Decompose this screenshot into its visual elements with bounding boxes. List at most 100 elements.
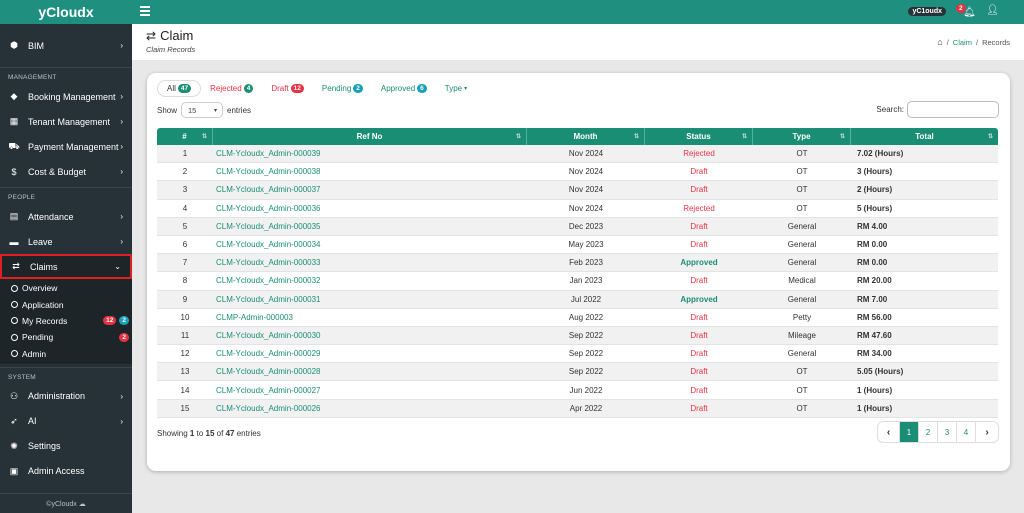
page-button[interactable]: 4 bbox=[957, 422, 976, 442]
table-row[interactable]: 9 CLM-Ycloudx_Admin-000031 Jul 2022 Approve… bbox=[157, 290, 998, 309]
table-row[interactable]: 4 CLM-Ycloudx_Admin-000036 Nov 2024 Rejecte… bbox=[157, 200, 998, 218]
sidebar-item-label: Booking Management bbox=[28, 91, 116, 102]
submenu-item-pending[interactable]: Pending 2 bbox=[0, 329, 132, 345]
previous-page-button[interactable]: ‹ bbox=[878, 422, 900, 442]
submenu-item-admin[interactable]: Admin bbox=[0, 346, 132, 362]
column-header-month[interactable]: Month ⇅ bbox=[527, 128, 645, 145]
total-cell: 1 (Hours) bbox=[857, 385, 893, 395]
breadcrumb: ⌂ / Claim / Records bbox=[937, 37, 1010, 47]
row-number: 10 bbox=[180, 312, 190, 322]
total-cell: 3 (Hours) bbox=[857, 167, 893, 177]
sidebar-item-admin-access[interactable]: ▣ Admin Access bbox=[0, 459, 132, 484]
brand-logo[interactable]: yCloudx bbox=[0, 0, 132, 24]
ref-no-link[interactable]: CLM-Ycloudx_Admin-000032 bbox=[213, 272, 527, 289]
page-button[interactable]: 1 bbox=[900, 422, 919, 442]
tab-pending[interactable]: Pending 2 bbox=[313, 81, 372, 96]
ref-no-link[interactable]: CLM-Ycloudx_Admin-000036 bbox=[213, 200, 527, 217]
table-row[interactable]: 8 CLM-Ycloudx_Admin-000032 Jan 2023 Draft Me… bbox=[157, 272, 998, 291]
chevron-right-icon: › bbox=[120, 416, 123, 426]
sidebar-item-cost-budget[interactable]: $ Cost & Budget › bbox=[0, 159, 132, 184]
submenu-item-application[interactable]: Application bbox=[0, 296, 132, 312]
tab-label: Rejected bbox=[210, 84, 242, 93]
tab-type-dropdown[interactable]: Type ▾ bbox=[436, 81, 476, 96]
table-row[interactable]: 15 CLM-Ycloudx_Admin-000026 Apr 2022 Draft O… bbox=[157, 399, 998, 418]
tab-label: Pending bbox=[321, 84, 352, 93]
column-header-status[interactable]: Status ⇅ bbox=[645, 128, 753, 145]
ref-no-link[interactable]: CLM-Ycloudx_Admin-000030 bbox=[213, 327, 527, 344]
table-row[interactable]: 11 CLM-Ycloudx_Admin-000030 Sep 2022 Draft M… bbox=[157, 326, 998, 346]
ref-no-link[interactable]: CLM-Ycloudx_Admin-000029 bbox=[213, 345, 527, 362]
row-number: 3 bbox=[182, 185, 188, 195]
notifications-button[interactable]: 2 🔔︎ bbox=[956, 4, 976, 20]
month-cell: Feb 2023 bbox=[569, 258, 603, 268]
gear-icon: ✺ bbox=[10, 440, 18, 451]
row-number: 5 bbox=[182, 221, 188, 231]
ref-no-link[interactable]: CLM-Ycloudx_Admin-000028 bbox=[213, 363, 527, 380]
month-cell: Jul 2022 bbox=[570, 294, 602, 304]
count-badge: 12 bbox=[103, 316, 117, 326]
ref-no-link[interactable]: CLM-Ycloudx_Admin-000033 bbox=[213, 254, 527, 271]
sidebar-item-bim[interactable]: ⬢ BIM › bbox=[0, 33, 132, 58]
submenu-label: Pending bbox=[22, 332, 54, 343]
sidebar-item-booking[interactable]: ◆ Booking Management › bbox=[0, 84, 132, 109]
user-icon[interactable]: 👤︎ bbox=[986, 5, 999, 16]
sidebar-item-attendance[interactable]: ▤ Attendance › bbox=[0, 204, 132, 229]
next-page-button[interactable]: › bbox=[976, 422, 998, 442]
table-row[interactable]: 12 CLM-Ycloudx_Admin-000029 Sep 2022 Draft G… bbox=[157, 345, 998, 364]
page-button[interactable]: 2 bbox=[919, 422, 938, 442]
tab-all[interactable]: All 47 bbox=[157, 80, 202, 97]
sidebar-item-tenant[interactable]: ▦ Tenant Management › bbox=[0, 109, 132, 134]
sidebar-item-label: Admin Access bbox=[28, 466, 85, 477]
menu-toggle-icon[interactable] bbox=[140, 6, 150, 16]
table-row[interactable]: 14 CLM-Ycloudx_Admin-000027 Jun 2022 Draft O… bbox=[157, 381, 998, 400]
sidebar-item-leave[interactable]: ▬ Leave › bbox=[0, 229, 132, 254]
table-row[interactable]: 3 CLM-Ycloudx_Admin-000037 Nov 2024 Draft OT… bbox=[157, 181, 998, 200]
tab-rejected[interactable]: Rejected 4 bbox=[201, 81, 262, 96]
total-cell: RM 0.00 bbox=[857, 258, 888, 268]
entries-select[interactable]: 15 ▾ bbox=[181, 102, 224, 118]
table-row[interactable]: 10 CLMP-Admin-000003 Aug 2022 Draft Petty RM … bbox=[157, 309, 998, 327]
home-icon[interactable]: ⌂ bbox=[937, 37, 942, 47]
sidebar-item-settings[interactable]: ✺ Settings bbox=[0, 434, 132, 459]
sidebar-item-ai[interactable]: ➶ AI › bbox=[0, 409, 132, 434]
ref-no-link[interactable]: CLM-Ycloudx_Admin-000034 bbox=[213, 236, 527, 253]
page-button[interactable]: 3 bbox=[938, 422, 957, 442]
entries-select-value: 15 bbox=[188, 105, 197, 115]
status-cell: Approved bbox=[680, 294, 718, 304]
sidebar-item-claims[interactable]: ⇄ Claims ⌄ bbox=[0, 254, 132, 279]
table-row[interactable]: 5 CLM-Ycloudx_Admin-000035 Dec 2023 Draft Ge… bbox=[157, 217, 998, 236]
column-header-type[interactable]: Type ⇅ bbox=[753, 128, 851, 145]
breadcrumb-claim[interactable]: Claim bbox=[953, 38, 972, 47]
column-header-number[interactable]: # ⇅ bbox=[157, 128, 213, 145]
tab-draft[interactable]: Draft 12 bbox=[262, 81, 313, 96]
username-badge[interactable]: yC1oudx bbox=[908, 7, 946, 16]
column-header-total[interactable]: Total ⇅ bbox=[851, 128, 998, 145]
ref-no-link[interactable]: CLM-Ycloudx_Admin-000037 bbox=[213, 181, 527, 198]
ref-no-link[interactable]: CLM-Ycloudx_Admin-000026 bbox=[213, 400, 527, 417]
table-row[interactable]: 7 CLM-Ycloudx_Admin-000033 Feb 2023 Approve… bbox=[157, 254, 998, 273]
ref-no-link[interactable]: CLM-Ycloudx_Admin-000038 bbox=[213, 163, 527, 180]
total-cell: RM 34.00 bbox=[857, 349, 892, 359]
sidebar-item-administration[interactable]: ⚇ Administration › bbox=[0, 384, 132, 409]
row-number: 14 bbox=[180, 385, 190, 395]
tab-approved[interactable]: Approved 6 bbox=[372, 81, 436, 96]
search-input[interactable] bbox=[907, 101, 999, 118]
table-row[interactable]: 1 CLM-Ycloudx_Admin-000039 Nov 2024 Rejecte… bbox=[157, 145, 998, 164]
ref-no-link[interactable]: CLM-Ycloudx_Admin-000035 bbox=[213, 218, 527, 235]
table-row[interactable]: 2 CLM-Ycloudx_Admin-000038 Nov 2024 Draft OT… bbox=[157, 163, 998, 182]
sidebar-item-payment[interactable]: ⛟ Payment Management › bbox=[0, 134, 132, 159]
month-cell: Nov 2024 bbox=[568, 167, 604, 177]
submenu-item-my-records[interactable]: My Records 12 2 bbox=[0, 313, 132, 329]
month-cell: Nov 2024 bbox=[568, 185, 604, 195]
type-cell: OT bbox=[796, 203, 808, 213]
submenu-item-overview[interactable]: Overview bbox=[0, 280, 132, 296]
table-row[interactable]: 13 CLM-Ycloudx_Admin-000028 Sep 2022 Draft O… bbox=[157, 363, 998, 382]
ref-no-link[interactable]: CLM-Ycloudx_Admin-000031 bbox=[213, 291, 527, 308]
column-header-ref-no[interactable]: Ref No ⇅ bbox=[213, 128, 527, 145]
ref-no-link[interactable]: CLM-Ycloudx_Admin-000039 bbox=[213, 145, 527, 162]
table-row[interactable]: 6 CLM-Ycloudx_Admin-000034 May 2023 Draft Ge… bbox=[157, 236, 998, 255]
ref-no-link[interactable]: CLMP-Admin-000003 bbox=[213, 309, 527, 326]
tab-label: Type bbox=[444, 84, 463, 93]
ref-no-link[interactable]: CLM-Ycloudx_Admin-000027 bbox=[213, 381, 527, 398]
row-number: 7 bbox=[182, 258, 188, 268]
